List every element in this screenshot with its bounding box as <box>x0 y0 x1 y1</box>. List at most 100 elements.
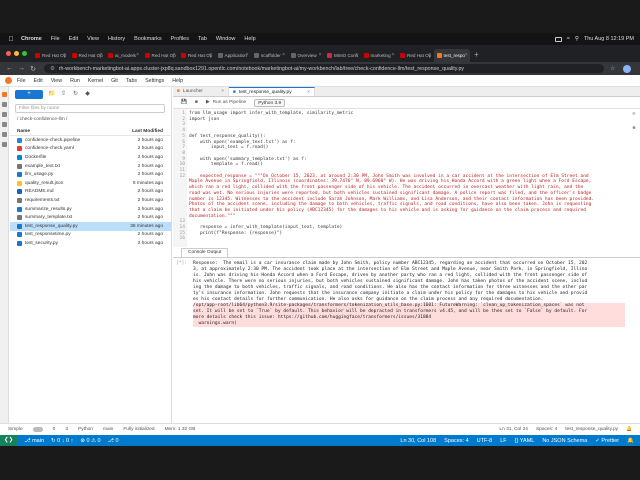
browser-tab[interactable]: Red Hat Op × <box>32 49 68 62</box>
jupyter-menu-git[interactable]: Git <box>111 78 118 84</box>
new-tab-button[interactable]: + <box>474 50 479 59</box>
menubar-profiles[interactable]: Profiles <box>171 36 189 42</box>
file-row[interactable]: test_responsetime.py 2 hours ago <box>10 231 171 240</box>
zoom-window-button[interactable] <box>22 51 27 56</box>
new-folder-icon[interactable]: 📁 <box>48 91 55 98</box>
jupyter-menu-view[interactable]: View <box>51 78 62 84</box>
vs-encoding[interactable]: UTF-8 <box>477 438 493 444</box>
stop-icon[interactable]: ■ <box>195 100 198 105</box>
forward-icon[interactable]: → <box>18 65 25 72</box>
tab-launcher[interactable]: ■ Launcher × <box>173 87 229 96</box>
menubar-help[interactable]: Help <box>244 36 255 42</box>
code-line[interactable]: that a claim be initiated under his poli… <box>189 208 586 214</box>
address-bar[interactable]: ⚙ rh-workbench-marketingbot-ai.apps.clus… <box>44 64 604 73</box>
close-tab-icon[interactable]: × <box>246 52 249 58</box>
file-row[interactable]: confidence-check.yaml 2 hours ago <box>10 145 171 154</box>
browser-tab[interactable]: ai_models × <box>105 49 141 62</box>
file-row[interactable]: quality_result.json 8 minutes ago <box>10 179 171 188</box>
close-tab-icon[interactable]: × <box>282 52 285 58</box>
close-tab-icon[interactable]: × <box>428 52 431 58</box>
toc-icon[interactable] <box>2 122 7 127</box>
close-tab-icon[interactable]: × <box>100 52 103 58</box>
menubar-clock[interactable]: Thu Aug 8 12:19 PM <box>584 36 634 42</box>
code-line[interactable]: template = f.read() <box>189 162 263 168</box>
browser-tab[interactable]: marketing × <box>361 49 397 62</box>
notification-icon[interactable]: 🔔 <box>626 427 632 432</box>
menubar-bookmarks[interactable]: Bookmarks <box>134 36 162 42</box>
close-tab-icon[interactable]: × <box>319 52 322 58</box>
code-line[interactable]: import json <box>189 117 219 123</box>
save-icon[interactable]: 💾 <box>181 100 187 105</box>
simple-mode-toggle[interactable] <box>32 427 43 432</box>
jupyter-menu-file[interactable]: File <box>17 78 26 84</box>
file-filter-input[interactable]: Filter files by name <box>15 104 165 113</box>
pipeline-icon[interactable] <box>2 142 7 147</box>
close-tab-icon[interactable]: × <box>209 52 212 58</box>
jupyter-menu-run[interactable]: Run <box>70 78 80 84</box>
breadcrumb[interactable]: / check-confidence-llm / <box>17 117 164 124</box>
jupyter-menu-help[interactable]: Help <box>172 78 183 84</box>
close-icon[interactable]: × <box>221 89 224 94</box>
file-row[interactable]: summarize_results.py 2 hours ago <box>10 205 171 214</box>
minimize-window-button[interactable] <box>14 51 19 56</box>
file-row[interactable]: summary_template.txt 2 hours ago <box>10 213 171 222</box>
git-clone-icon[interactable]: ◆ <box>84 91 91 98</box>
browser-tab[interactable]: Red Hat Op × <box>397 49 433 62</box>
vs-problems[interactable]: ⊗ 0 ⚠ 0 <box>80 438 100 444</box>
file-row[interactable]: confidence-check.pipeline 2 hours ago <box>10 136 171 145</box>
close-icon[interactable]: × <box>307 90 310 95</box>
remote-indicator[interactable]: ❮❯ <box>0 435 18 446</box>
menubar-window[interactable]: Window <box>216 36 236 42</box>
battery-icon[interactable] <box>554 36 562 42</box>
back-icon[interactable]: ← <box>6 65 13 72</box>
jupyter-menu-kernel[interactable]: Kernel <box>88 78 103 84</box>
file-row[interactable]: llm_usage.py 2 hours ago <box>10 170 171 179</box>
debugger-icon[interactable]: ● <box>632 125 635 131</box>
status-cursor[interactable]: Ln 31, Col 24 <box>499 427 528 432</box>
close-tab-icon[interactable]: × <box>173 52 176 58</box>
folder-icon[interactable] <box>2 92 7 97</box>
bell-icon[interactable]: 🔔 <box>627 438 634 444</box>
vs-branch[interactable]: ⎇ main <box>24 438 44 444</box>
code-lines[interactable]: from llm_usage import infer_with_templat… <box>189 109 614 247</box>
file-row[interactable]: requirements.txt 2 hours ago <box>10 196 171 205</box>
search-icon[interactable]: ⚲ <box>575 36 579 42</box>
vs-ports[interactable]: ⎇ 0 <box>108 438 119 444</box>
vs-spaces[interactable]: Spaces: 4 <box>444 438 468 444</box>
status-language[interactable]: Python <box>78 427 93 432</box>
file-row[interactable]: test_security.py 2 hours ago <box>10 239 171 248</box>
new-launcher-button[interactable]: + <box>15 90 43 99</box>
property-inspector-icon[interactable]: ⚙ <box>632 111 635 117</box>
browser-tab[interactable]: MinIO Cons × <box>324 49 360 62</box>
code-line[interactable]: input_text = f.read() <box>189 145 269 151</box>
file-row[interactable]: example_text.txt 2 hours ago <box>10 162 171 171</box>
modified-column-header[interactable]: Last Modified <box>132 128 163 135</box>
vs-sync[interactable]: ↻ 0 ↓ 0 ↑ <box>51 438 73 444</box>
upload-icon[interactable]: ⇧ <box>60 91 67 98</box>
apple-icon[interactable]:  <box>7 36 15 43</box>
wifi-icon[interactable]: ≈ <box>567 36 570 42</box>
kernel-select[interactable]: Python 3.9 <box>254 98 286 107</box>
status-spaces[interactable]: Spaces: 4 <box>536 427 557 432</box>
tab-test-response-quality[interactable]: ■ test_response_quality.py × <box>229 87 315 96</box>
close-tab-icon[interactable]: × <box>136 52 139 58</box>
git-icon[interactable] <box>2 112 7 117</box>
reload-icon[interactable]: ↻ <box>30 65 36 73</box>
code-line[interactable]: documentation.""" <box>189 214 236 220</box>
bookmark-star-icon[interactable]: ☆ <box>610 65 615 72</box>
close-tab-icon[interactable]: × <box>392 52 395 58</box>
menubar-tab[interactable]: Tab <box>198 36 207 42</box>
browser-tab[interactable]: scaffolder × <box>251 49 287 62</box>
console-output-tab[interactable]: Console Output <box>181 248 229 257</box>
code-line[interactable]: print(f"Response: {response}") <box>189 231 282 237</box>
site-info-icon[interactable]: ⚙ <box>50 66 55 72</box>
menubar-file[interactable]: File <box>51 36 60 42</box>
close-tab-icon[interactable]: × <box>355 52 358 58</box>
menubar-view[interactable]: View <box>87 36 99 42</box>
vs-eol[interactable]: LF <box>500 438 506 444</box>
jupyter-menu-tabs[interactable]: Tabs <box>126 78 137 84</box>
menubar-edit[interactable]: Edit <box>69 36 78 42</box>
vs-cursor[interactable]: Ln 30, Col 108 <box>400 438 436 444</box>
running-icon[interactable] <box>2 102 7 107</box>
vs-schema[interactable]: No JSON Schema <box>542 438 587 444</box>
